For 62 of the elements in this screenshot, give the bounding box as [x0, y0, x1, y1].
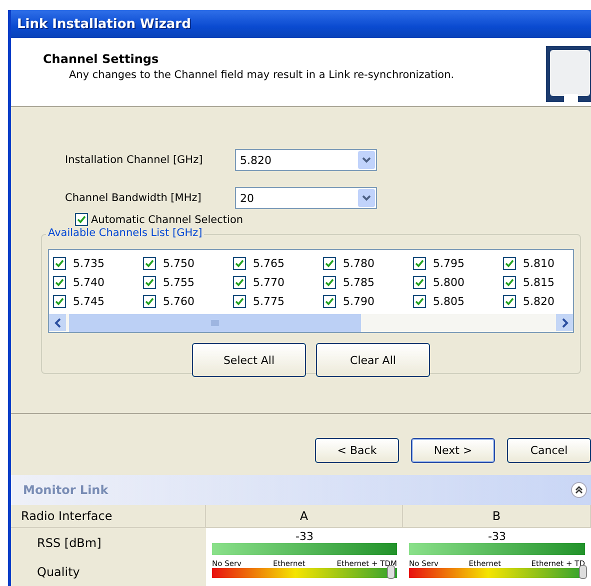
page-subtitle: Any changes to the Channel field may result in a Link re-synchronization. — [68, 69, 454, 81]
checkbox[interactable] — [233, 257, 246, 270]
row-label: RSS [dBm] — [36, 534, 102, 552]
checkbox[interactable] — [413, 276, 426, 289]
rss-reading: -33 — [294, 530, 314, 543]
checkbox[interactable] — [503, 295, 516, 308]
channel-label: 5.755 — [163, 276, 194, 289]
scrollbar-thumb[interactable] — [69, 314, 361, 332]
channel-label: 5.795 — [433, 257, 464, 270]
checkbox[interactable] — [233, 295, 246, 308]
checkbox[interactable] — [503, 257, 516, 270]
checkbox[interactable] — [323, 295, 336, 308]
checkbox[interactable] — [413, 295, 426, 308]
dropdown-field[interactable]: 5.820 — [235, 149, 377, 171]
channel-label: 5.790 — [343, 295, 374, 308]
checkbox[interactable] — [53, 295, 66, 308]
group-title: Available Channels List [GHz] — [46, 227, 204, 239]
row-label: Quality — [36, 564, 81, 580]
channel-label: 5.750 — [163, 257, 194, 270]
channel-label: 5.760 — [163, 295, 194, 308]
column-header: Radio Interface — [11, 505, 206, 528]
checkbox[interactable] — [413, 257, 426, 270]
field-label: Channel Bandwidth [MHz] — [64, 192, 202, 204]
channel-label: 5.775 — [253, 295, 284, 308]
checkbox[interactable] — [143, 257, 156, 270]
clear-all-button[interactable]: Clear All — [316, 343, 430, 377]
channel-label: 5.735 — [73, 257, 104, 270]
channel-label: 5.745 — [73, 295, 104, 308]
channel-label: 5.740 — [73, 276, 104, 289]
horizontal-scrollbar[interactable] — [49, 314, 573, 332]
page-title: Channel Settings — [43, 52, 160, 66]
cancel-button[interactable]: Cancel — [507, 438, 591, 463]
window-title: Link Installation Wizard — [11, 10, 591, 38]
scroll-right-icon[interactable] — [560, 318, 568, 328]
channel-label: 5.805 — [433, 295, 464, 308]
channel-label: 5.815 — [523, 276, 554, 289]
checkbox[interactable] — [323, 257, 336, 270]
channel-label: 5.780 — [343, 257, 374, 270]
checkbox[interactable] — [75, 213, 88, 226]
checkbox[interactable] — [503, 276, 516, 289]
dropdown-field[interactable]: 20 — [235, 187, 377, 209]
channel-label: 5.810 — [523, 257, 554, 270]
scroll-left-icon[interactable] — [54, 318, 62, 328]
next-button[interactable]: Next > — [411, 438, 495, 463]
checkbox[interactable] — [143, 295, 156, 308]
rss-reading: -33 — [487, 530, 507, 543]
back-button[interactable]: < Back — [315, 438, 399, 463]
channel-label: 5.785 — [343, 276, 374, 289]
checkbox[interactable] — [233, 276, 246, 289]
monitor-title: Monitor Link — [23, 483, 108, 497]
checkbox-label: Automatic Channel Selection — [91, 214, 244, 226]
checkbox[interactable] — [143, 276, 156, 289]
field-label: Installation Channel [GHz] — [64, 154, 204, 166]
checkbox[interactable] — [323, 276, 336, 289]
checkbox[interactable] — [53, 257, 66, 270]
channel-label: 5.800 — [433, 276, 464, 289]
channel-label: 5.765 — [253, 257, 284, 270]
channel-label: 5.820 — [523, 295, 554, 308]
collapse-icon[interactable] — [571, 482, 587, 498]
checkbox[interactable] — [53, 276, 66, 289]
channel-label: 5.770 — [253, 276, 284, 289]
select-all-button[interactable]: Select All — [192, 343, 306, 377]
